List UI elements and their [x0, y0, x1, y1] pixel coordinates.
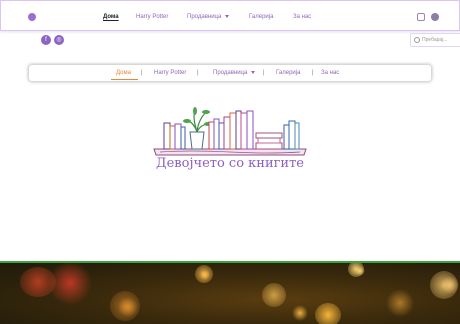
hero-bokeh-image: [0, 263, 460, 324]
nav-harry-potter[interactable]: Harry Potter: [136, 13, 168, 21]
chevron-down-icon: [225, 14, 230, 18]
facebook-icon: f: [45, 37, 47, 43]
nav-about[interactable]: За нас: [293, 13, 311, 21]
nav-shop[interactable]: Продавница: [187, 13, 230, 21]
bokeh-light: [110, 291, 140, 321]
search-input[interactable]: Пребарај...: [410, 33, 460, 47]
bokeh-light: [348, 263, 364, 277]
instagram-icon[interactable]: [417, 13, 425, 21]
secondary-navigation: Дома | Harry Potter | Продавница | Галер…: [29, 65, 431, 81]
subnav-about[interactable]: За нас: [321, 69, 339, 77]
nav-gallery[interactable]: Галерија: [249, 13, 273, 21]
nav-shop-label: Продавница: [187, 14, 222, 20]
subnav-home[interactable]: Дома: [116, 69, 131, 77]
separator: |: [263, 70, 265, 76]
chevron-down-icon: [251, 70, 256, 74]
bokeh-light: [315, 303, 341, 324]
separator: |: [312, 70, 314, 76]
separator: |: [197, 70, 199, 76]
subnav-shop-label: Продавница: [213, 70, 248, 76]
search-placeholder: Пребарај...: [422, 37, 448, 43]
bokeh-light: [262, 283, 286, 307]
search-icon: [414, 37, 420, 43]
separator: |: [141, 70, 143, 76]
bokeh-light: [20, 267, 56, 297]
instagram-button[interactable]: ◎: [54, 35, 64, 45]
bokeh-light: [430, 271, 458, 299]
site-brand-title: Девојчето со книгите: [156, 156, 304, 171]
active-indicator: [111, 79, 138, 80]
subnav-shop[interactable]: Продавница: [213, 69, 256, 77]
subnav-harry-potter[interactable]: Harry Potter: [154, 69, 186, 77]
bokeh-light: [195, 265, 213, 283]
instagram-icon: ◎: [56, 37, 62, 43]
subnav-gallery[interactable]: Галерија: [276, 69, 300, 77]
facebook-icon[interactable]: [431, 13, 439, 21]
top-header: Дома Harry Potter Продавница Галерија За…: [0, 0, 460, 31]
facebook-button[interactable]: f: [41, 35, 51, 45]
site-logo-icon[interactable]: [28, 13, 36, 21]
nav-home[interactable]: Дома: [103, 13, 119, 21]
